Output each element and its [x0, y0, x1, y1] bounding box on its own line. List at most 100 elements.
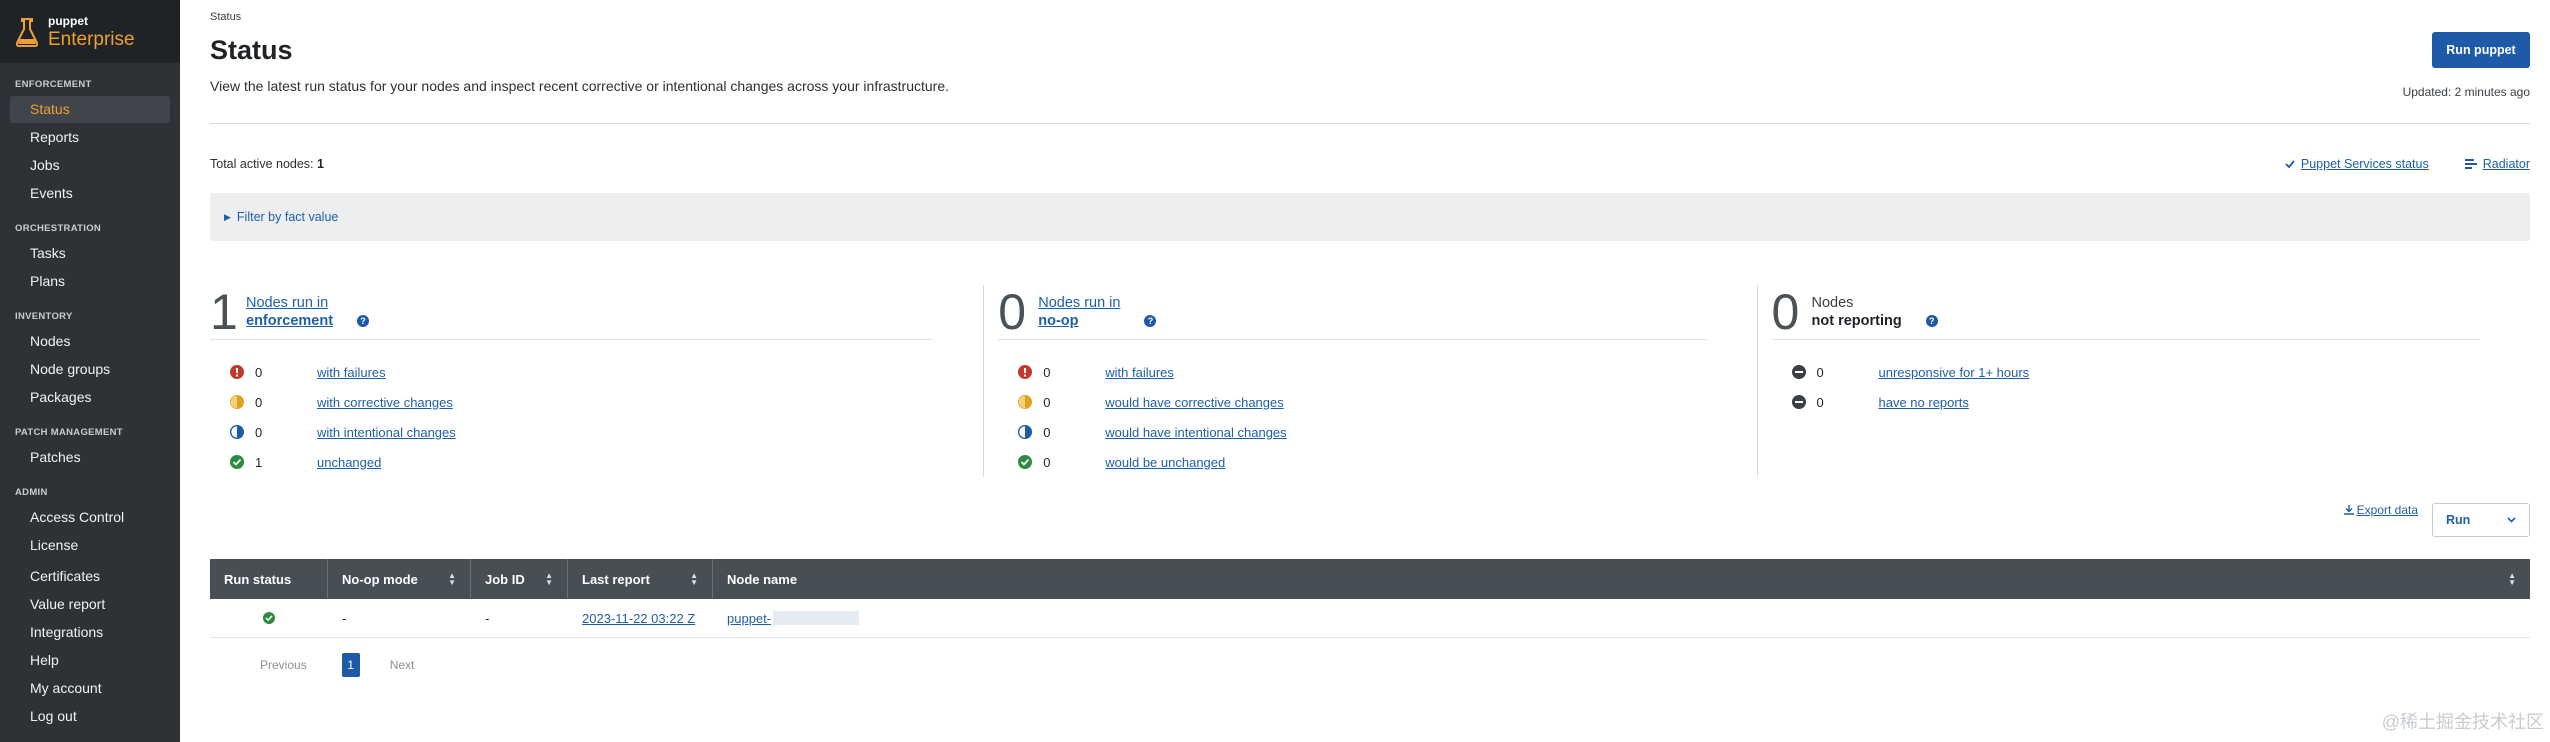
status-row: 0 with intentional changes	[230, 417, 933, 447]
sidebar-item-plans[interactable]: Plans	[10, 268, 170, 295]
status-links: Puppet Services status Radiator	[2285, 157, 2530, 171]
not-reporting-count: 0	[1771, 284, 1800, 340]
total-nodes-value: 1	[317, 157, 324, 171]
column-header-last-report[interactable]: Last report ▲ ▼	[568, 559, 713, 599]
status-link[interactable]: would have corrective changes	[1105, 395, 1284, 410]
total-active-nodes: Total active nodes: 1	[210, 157, 324, 171]
sidebar-item-reports[interactable]: Reports	[10, 124, 170, 151]
node-name-link[interactable]: puppet-	[727, 611, 771, 626]
sidebar-item-access-control[interactable]: Access Control	[10, 504, 170, 531]
previous-page-button[interactable]: Previous	[260, 658, 307, 672]
intentional-icon	[230, 425, 244, 439]
noop-status-list: 0 with failures 0 would have corrective …	[998, 357, 1706, 477]
status-columns: 1 Nodes run in enforcement ? 0 with fail…	[210, 285, 2530, 477]
sidebar-item-jobs[interactable]: Jobs	[10, 152, 170, 179]
status-row: 0 with corrective changes	[230, 387, 933, 417]
sidebar-item-status[interactable]: Status	[10, 96, 170, 123]
help-icon[interactable]: ?	[1144, 315, 1157, 327]
status-count: 0	[255, 394, 263, 410]
run-dropdown[interactable]: Run	[2432, 503, 2530, 537]
noop-count: 0	[998, 284, 1027, 340]
sidebar-item-license[interactable]: License	[10, 532, 170, 559]
no-report-icon	[1791, 395, 1806, 409]
export-data-label: Export data	[2356, 503, 2418, 517]
status-count: 0	[1043, 454, 1051, 470]
help-icon[interactable]: ?	[1925, 315, 1938, 327]
sidebar-item-integrations[interactable]: Integrations	[10, 619, 170, 646]
run-puppet-button[interactable]: Run puppet	[2432, 32, 2530, 68]
intentional-icon	[1018, 425, 1033, 439]
sidebar-item-events[interactable]: Events	[10, 180, 170, 207]
puppet-services-status-link[interactable]: Puppet Services status	[2285, 157, 2429, 171]
sort-icon: ▲ ▼	[545, 571, 553, 587]
table-header: Run status No-op mode ▲ ▼ Job ID ▲ ▼ Last …	[210, 559, 2530, 599]
breadcrumb[interactable]: Status	[210, 11, 2530, 23]
status-link[interactable]: have no reports	[1879, 395, 1969, 410]
corrective-icon	[1018, 395, 1033, 409]
status-link[interactable]: with corrective changes	[317, 395, 453, 410]
sidebar-item-my-account[interactable]: My account	[10, 675, 170, 702]
export-data-link[interactable]: Export data	[2343, 503, 2418, 517]
next-page-button[interactable]: Next	[390, 658, 415, 672]
chevron-down-icon	[2507, 517, 2516, 523]
summary-row: Total active nodes: 1 Puppet Services st…	[210, 157, 2530, 171]
checkmark-icon	[2285, 160, 2295, 169]
enforcement-title-link[interactable]: Nodes run in enforcement	[246, 294, 333, 330]
sidebar-item-log-out[interactable]: Log out	[10, 703, 170, 730]
column-header-noop-mode[interactable]: No-op mode ▲ ▼	[328, 559, 471, 599]
status-link[interactable]: unresponsive for 1+ hours	[1879, 365, 2030, 380]
caret-right-icon: ▶	[224, 211, 231, 222]
nodes-table: Run status No-op mode ▲ ▼ Job ID ▲ ▼ Last …	[210, 559, 2530, 638]
corrective-icon	[230, 395, 244, 409]
status-count: 1	[255, 454, 263, 470]
sidebar-item-patches[interactable]: Patches	[10, 444, 170, 471]
header-label: No-op mode	[342, 571, 418, 587]
total-nodes-label: Total active nodes:	[210, 157, 314, 171]
sidebar: puppet Enterprise ENFORCEMENT Status Rep…	[0, 0, 180, 742]
status-link[interactable]: with failures	[1105, 365, 1174, 380]
title-line2: no-op	[1038, 313, 1079, 329]
status-link[interactable]: with failures	[317, 365, 386, 380]
sidebar-item-tasks[interactable]: Tasks	[10, 240, 170, 267]
table-controls: Export data Run	[210, 503, 2530, 559]
puppet-services-status-label: Puppet Services status	[2300, 157, 2429, 171]
radiator-link[interactable]: Radiator	[2464, 157, 2530, 171]
sidebar-item-value-report[interactable]: Value report	[10, 591, 170, 618]
filter-by-fact-label[interactable]: Filter by fact value	[237, 210, 338, 224]
run-dropdown-label: Run	[2446, 513, 2471, 527]
status-link[interactable]: would be unchanged	[1105, 455, 1225, 470]
page-subtitle: View the latest run status for your node…	[210, 78, 950, 94]
column-header-node-name[interactable]: Node name ▲ ▼	[713, 559, 2530, 599]
sidebar-item-nodes[interactable]: Nodes	[10, 328, 170, 355]
noop-title-link[interactable]: Nodes run in no-op	[1038, 294, 1120, 330]
sidebar-item-packages[interactable]: Packages	[10, 384, 170, 411]
page-1-button[interactable]: 1	[341, 653, 360, 677]
brand-small: puppet	[48, 13, 88, 28]
nav-heading: ENFORCEMENT	[15, 79, 92, 90]
page-title: Status	[210, 35, 293, 65]
nav-section-enforcement: ENFORCEMENT Status Reports Jobs Events	[0, 73, 180, 207]
failure-icon	[230, 365, 244, 379]
title-line2: enforcement	[246, 313, 334, 329]
filter-by-fact-toggle[interactable]: ▶ Filter by fact value	[210, 193, 2530, 241]
column-header-run-status[interactable]: Run status	[210, 559, 328, 599]
brand[interactable]: puppet Enterprise	[0, 0, 180, 63]
enforcement-count: 1	[210, 284, 238, 340]
unchanged-icon	[1018, 455, 1033, 469]
brand-big: Enterprise	[48, 28, 135, 50]
sidebar-item-certificates[interactable]: Certificates	[10, 563, 170, 590]
column-header-job-id[interactable]: Job ID ▲ ▼	[471, 559, 568, 599]
status-link[interactable]: with intentional changes	[317, 425, 456, 440]
last-report-link[interactable]: 2023-11-22 03:22 Z	[582, 611, 695, 626]
status-count: 0	[1816, 394, 1824, 410]
nav-section-orchestration: ORCHESTRATION Tasks Plans	[0, 217, 180, 295]
unchanged-icon	[230, 455, 244, 469]
status-link[interactable]: would have intentional changes	[1105, 425, 1286, 440]
header-label: Run status	[224, 571, 292, 587]
status-link[interactable]: unchanged	[317, 455, 381, 470]
help-icon[interactable]: ?	[357, 315, 370, 327]
sidebar-item-node-groups[interactable]: Node groups	[10, 356, 170, 383]
sidebar-item-help[interactable]: Help	[10, 647, 170, 674]
status-count: 0	[1043, 364, 1051, 380]
noop-mode-cell: -	[342, 610, 347, 626]
